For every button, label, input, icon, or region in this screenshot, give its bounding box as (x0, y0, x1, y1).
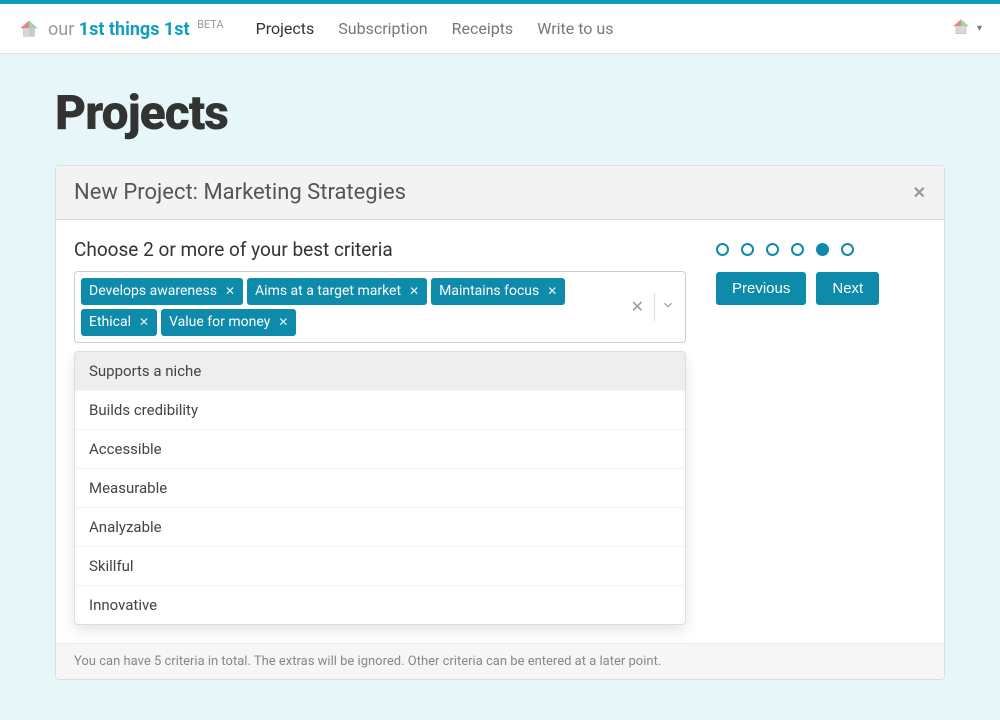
brand-main: 1st things 1st (79, 19, 190, 40)
nav-link-receipts[interactable]: Receipts (440, 4, 526, 54)
panel-footer-note: You can have 5 criteria in total. The ex… (56, 643, 944, 679)
tag-remove-icon[interactable]: ✕ (225, 284, 235, 298)
step-dot-2[interactable] (741, 243, 754, 256)
navbar: our 1st things 1st BETA Projects Subscri… (0, 4, 1000, 54)
criteria-column: Choose 2 or more of your best criteria D… (74, 238, 686, 625)
step-dot-3[interactable] (766, 243, 779, 256)
dropdown-option[interactable]: Builds credibility (75, 391, 685, 430)
tag-remove-icon[interactable]: ✕ (139, 315, 149, 329)
dropdown-option[interactable]: Accessible (75, 430, 685, 469)
tag-remove-icon[interactable]: ✕ (409, 284, 419, 298)
wizard-stepper (716, 238, 926, 256)
tag-label: Maintains focus (439, 283, 539, 300)
tag-label: Value for money (169, 314, 270, 331)
criteria-label: Choose 2 or more of your best criteria (74, 238, 686, 261)
nav-link-projects[interactable]: Projects (244, 4, 327, 54)
brand-prefix: our (48, 19, 74, 40)
panel-body-row: Choose 2 or more of your best criteria D… (74, 238, 926, 625)
panel-title: New Project: Marketing Strategies (74, 180, 406, 205)
criteria-tag: Develops awareness ✕ (81, 278, 243, 305)
user-menu-dropdown[interactable]: ▾ (951, 17, 982, 41)
tag-label: Aims at a target market (255, 283, 401, 300)
main-container: Projects New Project: Marketing Strategi… (55, 54, 945, 720)
wizard-nav-column: Previous Next (716, 238, 926, 305)
house-logo-icon (18, 18, 40, 40)
nav-links: Projects Subscription Receipts Write to … (244, 4, 626, 54)
previous-button[interactable]: Previous (716, 272, 806, 305)
brand-logo-group[interactable]: our 1st things 1st BETA (18, 18, 224, 40)
criteria-tag: Ethical ✕ (81, 309, 157, 336)
criteria-tag: Value for money ✕ (161, 309, 296, 336)
separator (654, 293, 655, 321)
tag-label: Develops awareness (89, 283, 217, 300)
dropdown-option[interactable]: Analyzable (75, 508, 685, 547)
close-icon[interactable]: ✕ (913, 183, 926, 202)
criteria-dropdown-menu: Supports a niche Builds credibility Acce… (74, 351, 686, 625)
page-title: Projects (55, 84, 945, 141)
chevron-down-icon[interactable] (661, 298, 675, 316)
brand-text: our 1st things 1st BETA (48, 18, 224, 40)
criteria-tag: Maintains focus ✕ (431, 278, 565, 305)
nav-link-write-to-us[interactable]: Write to us (525, 4, 625, 54)
navbar-right: ▾ (951, 17, 982, 41)
wizard-nav-buttons: Previous Next (716, 272, 926, 305)
multiselect-controls: ✕ (625, 272, 685, 342)
navbar-left: our 1st things 1st BETA Projects Subscri… (18, 4, 625, 54)
step-dot-5[interactable] (816, 243, 829, 256)
criteria-multiselect[interactable]: Develops awareness ✕ Aims at a target ma… (74, 271, 686, 343)
brand-badge: BETA (197, 18, 224, 31)
caret-down-icon: ▾ (977, 23, 982, 34)
dropdown-option[interactable]: Skillful (75, 547, 685, 586)
step-dot-1[interactable] (716, 243, 729, 256)
dropdown-option[interactable]: Measurable (75, 469, 685, 508)
project-panel: New Project: Marketing Strategies ✕ Choo… (55, 165, 945, 680)
nav-link-subscription[interactable]: Subscription (326, 4, 439, 54)
panel-header: New Project: Marketing Strategies ✕ (56, 166, 944, 220)
step-dot-6[interactable] (841, 243, 854, 256)
dropdown-option[interactable]: Innovative (75, 586, 685, 624)
tag-remove-icon[interactable]: ✕ (278, 315, 288, 329)
tag-label: Ethical (89, 314, 131, 331)
tag-remove-icon[interactable]: ✕ (547, 284, 557, 298)
clear-all-icon[interactable]: ✕ (631, 297, 644, 316)
criteria-tag: Aims at a target market ✕ (247, 278, 427, 305)
step-dot-4[interactable] (791, 243, 804, 256)
house-user-icon (951, 17, 971, 41)
dropdown-option[interactable]: Supports a niche (75, 352, 685, 391)
panel-body: Choose 2 or more of your best criteria D… (56, 220, 944, 643)
selected-tags-area[interactable]: Develops awareness ✕ Aims at a target ma… (75, 272, 625, 342)
next-button[interactable]: Next (816, 272, 879, 305)
